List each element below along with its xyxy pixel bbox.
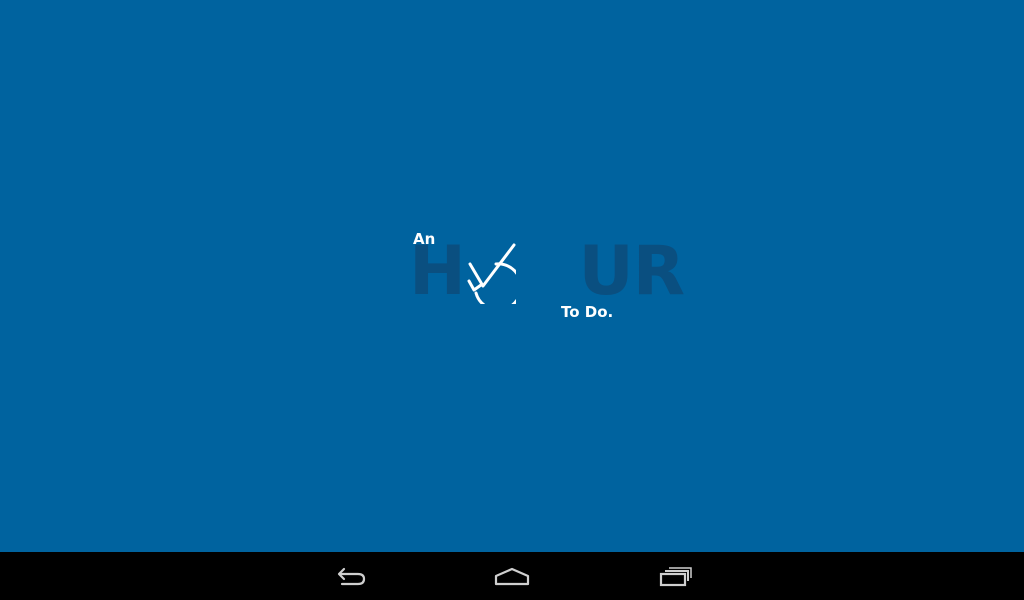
logo-word-right: UR [578,232,686,311]
back-icon [337,567,366,586]
back-button[interactable] [326,562,374,590]
home-icon [494,567,530,586]
app-logo: An HOOUR To Do. [404,228,685,328]
logo-word: HOOUR [409,238,685,306]
recents-icon [659,567,692,587]
app-screen: An HOOUR To Do. [0,0,1024,600]
home-button[interactable] [488,562,536,590]
clock-check-icon [467,243,516,304]
logo-suffix: To Do. [561,303,614,321]
recents-button[interactable] [651,562,699,590]
splash-screen: An HOOUR To Do. [0,0,1024,552]
system-navbar [0,552,1024,600]
